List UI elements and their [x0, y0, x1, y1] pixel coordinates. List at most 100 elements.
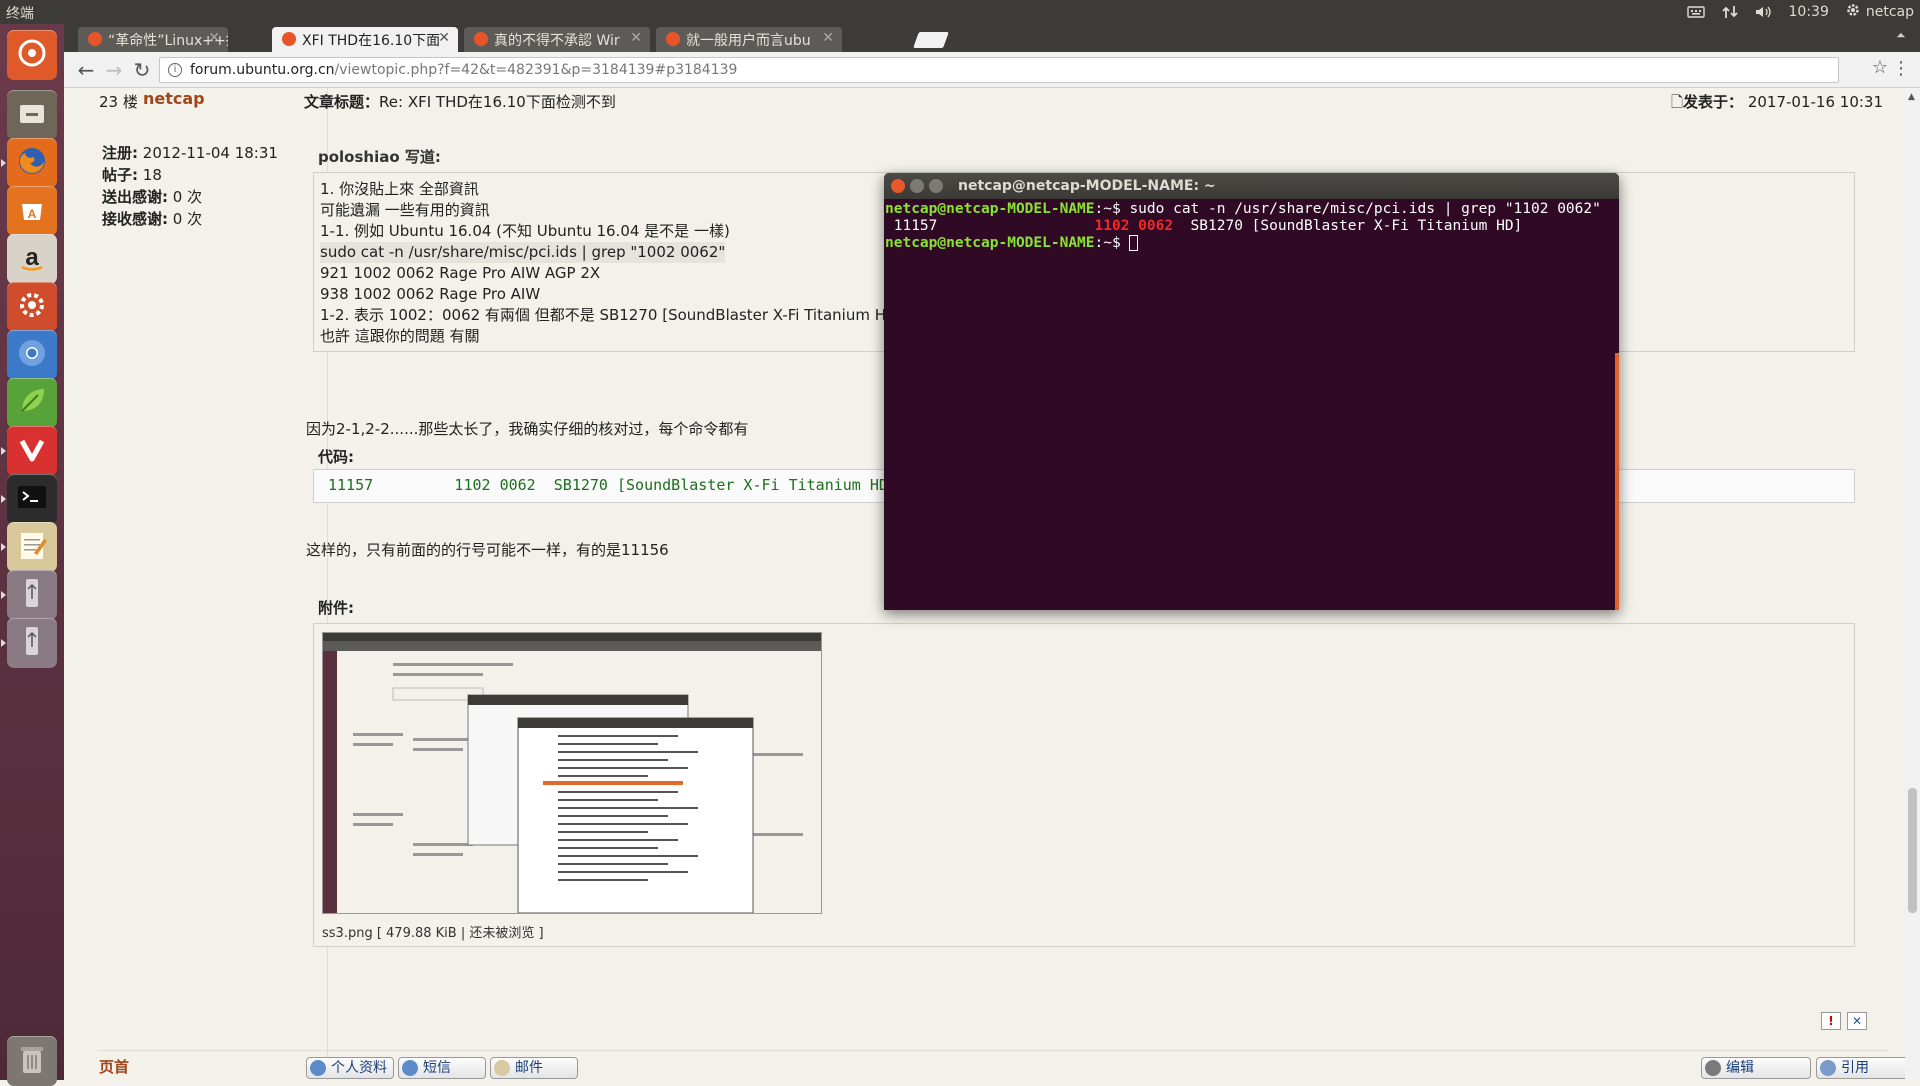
- launcher-trash[interactable]: [7, 1036, 57, 1086]
- terminal-window[interactable]: netcap@netcap-MODEL-NAME: ~ netcap@netca…: [884, 173, 1619, 610]
- files-icon: [14, 95, 50, 135]
- back-icon[interactable]: ←: [74, 58, 98, 82]
- launcher-chromium[interactable]: [7, 330, 57, 380]
- prompt-path: :~$: [1094, 201, 1130, 217]
- info-icon[interactable]: i: [168, 63, 182, 77]
- edit-label: 编辑: [1726, 1060, 1754, 1076]
- network-icon[interactable]: [1721, 5, 1739, 19]
- user-icon: [310, 1060, 326, 1076]
- email-button[interactable]: 邮件: [490, 1057, 578, 1079]
- system-settings-icon: [14, 287, 50, 327]
- attachment-thumbnail[interactable]: [322, 632, 822, 914]
- keyboard-icon[interactable]: [1686, 5, 1705, 19]
- profile-label: 个人资料: [331, 1060, 387, 1076]
- quote-line-code: sudo cat -n /usr/share/misc/pci.ids | gr…: [320, 242, 726, 263]
- app-title: 终端: [6, 6, 34, 22]
- launcher-usb-drive[interactable]: [7, 570, 57, 620]
- page-scrollbar[interactable]: ▲: [1905, 88, 1920, 1080]
- prompt-path: :~$: [1094, 235, 1130, 251]
- leaf-app-icon: [14, 383, 50, 423]
- report-icon[interactable]: !: [1821, 1012, 1841, 1030]
- tab-title: XFI THD在16.10下面: [302, 33, 441, 49]
- user-meta: 注册: 2012-11-04 18:31 帖子: 18 送出感谢: 0 次 接收…: [102, 142, 278, 230]
- edit-button[interactable]: 编辑: [1701, 1057, 1811, 1079]
- close-icon[interactable]: ✕: [630, 30, 642, 46]
- close-icon[interactable]: ✕: [822, 30, 834, 46]
- scroll-up-icon[interactable]: ▲: [1908, 92, 1915, 102]
- thanks-recv-value: 0 次: [172, 210, 203, 228]
- thanks-sent-value: 0 次: [172, 188, 203, 206]
- forward-icon[interactable]: →: [102, 58, 126, 82]
- tab-1[interactable]: “革命性”Linux++操 ✕: [78, 27, 228, 52]
- launcher: Aa: [0, 24, 64, 1086]
- tab-title: 就一般用户而言ubu: [686, 33, 811, 49]
- launcher-amazon[interactable]: a: [7, 234, 57, 284]
- indicator-area: 10:39 netcap: [1686, 0, 1914, 24]
- scrollbar-thumb[interactable]: [1908, 788, 1917, 913]
- running-indicator: [1, 159, 6, 167]
- warn-close-icon[interactable]: ✕: [1847, 1012, 1867, 1030]
- window-maximize-icon[interactable]: [929, 179, 943, 193]
- posts-value: 18: [142, 166, 162, 184]
- ubuntu-favicon-icon: [282, 32, 296, 46]
- volume-icon[interactable]: [1755, 5, 1773, 19]
- chromium-icon: [14, 335, 50, 375]
- reload-icon[interactable]: ↻: [130, 58, 154, 82]
- post-author-link[interactable]: netcap: [143, 89, 205, 108]
- prompt-user-host: netcap@netcap-MODEL-NAME: [885, 201, 1095, 217]
- running-indicator: [1, 447, 6, 455]
- pm-button[interactable]: 短信: [398, 1057, 486, 1079]
- launcher-terminal[interactable]: [7, 474, 57, 524]
- profile-button[interactable]: 个人资料: [306, 1057, 394, 1079]
- email-label: 邮件: [515, 1060, 543, 1076]
- gear-icon: [1845, 2, 1861, 22]
- post-title-text: Re: XFI THD在16.10下面检测不到: [379, 93, 616, 111]
- terminal-title: netcap@netcap-MODEL-NAME: ~: [958, 178, 1216, 194]
- launcher-dash-home[interactable]: [7, 30, 57, 80]
- register-value: 2012-11-04 18:31: [142, 144, 278, 162]
- running-indicator: [1, 591, 6, 599]
- close-icon[interactable]: ✕: [438, 30, 450, 46]
- launcher-system-settings[interactable]: [7, 282, 57, 332]
- window-minimize-icon[interactable]: ⏶: [1896, 28, 1912, 44]
- clock[interactable]: 10:39: [1789, 4, 1829, 20]
- terminal-titlebar[interactable]: netcap@netcap-MODEL-NAME: ~: [884, 173, 1619, 199]
- launcher-vivaldi[interactable]: [7, 426, 57, 476]
- posts-label: 帖子:: [102, 166, 138, 184]
- quote-icon: [1820, 1060, 1836, 1076]
- new-tab-button[interactable]: [913, 32, 949, 48]
- quote-button[interactable]: 引用: [1816, 1057, 1905, 1079]
- menu-icon[interactable]: ⋮: [1892, 58, 1910, 79]
- tab-2[interactable]: XFI THD在16.10下面 ✕: [272, 27, 458, 52]
- terminal-output[interactable]: netcap@netcap-MODEL-NAME:~$ sudo cat -n …: [884, 199, 1619, 254]
- tab-strip: “革命性”Linux++操 ✕ XFI THD在16.10下面 ✕ 真的不得不承…: [64, 24, 1920, 52]
- quote-label: 引用: [1841, 1060, 1869, 1076]
- text-cursor: [1129, 235, 1139, 251]
- launcher-software-center[interactable]: A: [7, 186, 57, 236]
- pm-label: 短信: [423, 1060, 451, 1076]
- post-text: 因为2-1,2-2......那些太长了，我确实仔细的核对过，每个命令都有: [306, 420, 749, 438]
- window-minimize-icon[interactable]: [910, 179, 924, 193]
- text-editor-icon: [14, 527, 50, 567]
- url-path: /viewtopic.php?f=42&t=482391&p=3184139#p…: [334, 62, 738, 78]
- attachment-label: 附件:: [318, 599, 354, 617]
- resize-edge[interactable]: [1615, 353, 1619, 610]
- prompt-user-host: netcap@netcap-MODEL-NAME: [885, 235, 1095, 251]
- window-close-icon[interactable]: [891, 179, 905, 193]
- attachment-caption[interactable]: ss3.png [ 479.88 KiB | 还未被浏览 ]: [322, 922, 544, 941]
- address-bar[interactable]: i forum.ubuntu.org.cn/viewtopic.php?f=42…: [159, 57, 1839, 83]
- top-of-page-link[interactable]: 页首: [99, 1056, 129, 1077]
- launcher-usb-drive[interactable]: [7, 618, 57, 668]
- launcher-firefox[interactable]: [7, 138, 57, 188]
- launcher-text-editor[interactable]: [7, 522, 57, 572]
- session-menu[interactable]: netcap: [1845, 2, 1914, 22]
- close-icon[interactable]: ✕: [208, 30, 220, 46]
- launcher-files[interactable]: [7, 90, 57, 140]
- tab-3[interactable]: 真的不得不承認 Wir ✕: [464, 27, 650, 52]
- code-label: 代码:: [318, 448, 354, 466]
- tab-4[interactable]: 就一般用户而言ubu ✕: [656, 27, 842, 52]
- launcher-leaf-app[interactable]: [7, 378, 57, 428]
- bookmark-star-icon[interactable]: ☆: [1872, 57, 1888, 78]
- thanks-recv-label: 接收感谢:: [102, 210, 168, 228]
- post-icon[interactable]: 🗋: [1671, 93, 1683, 111]
